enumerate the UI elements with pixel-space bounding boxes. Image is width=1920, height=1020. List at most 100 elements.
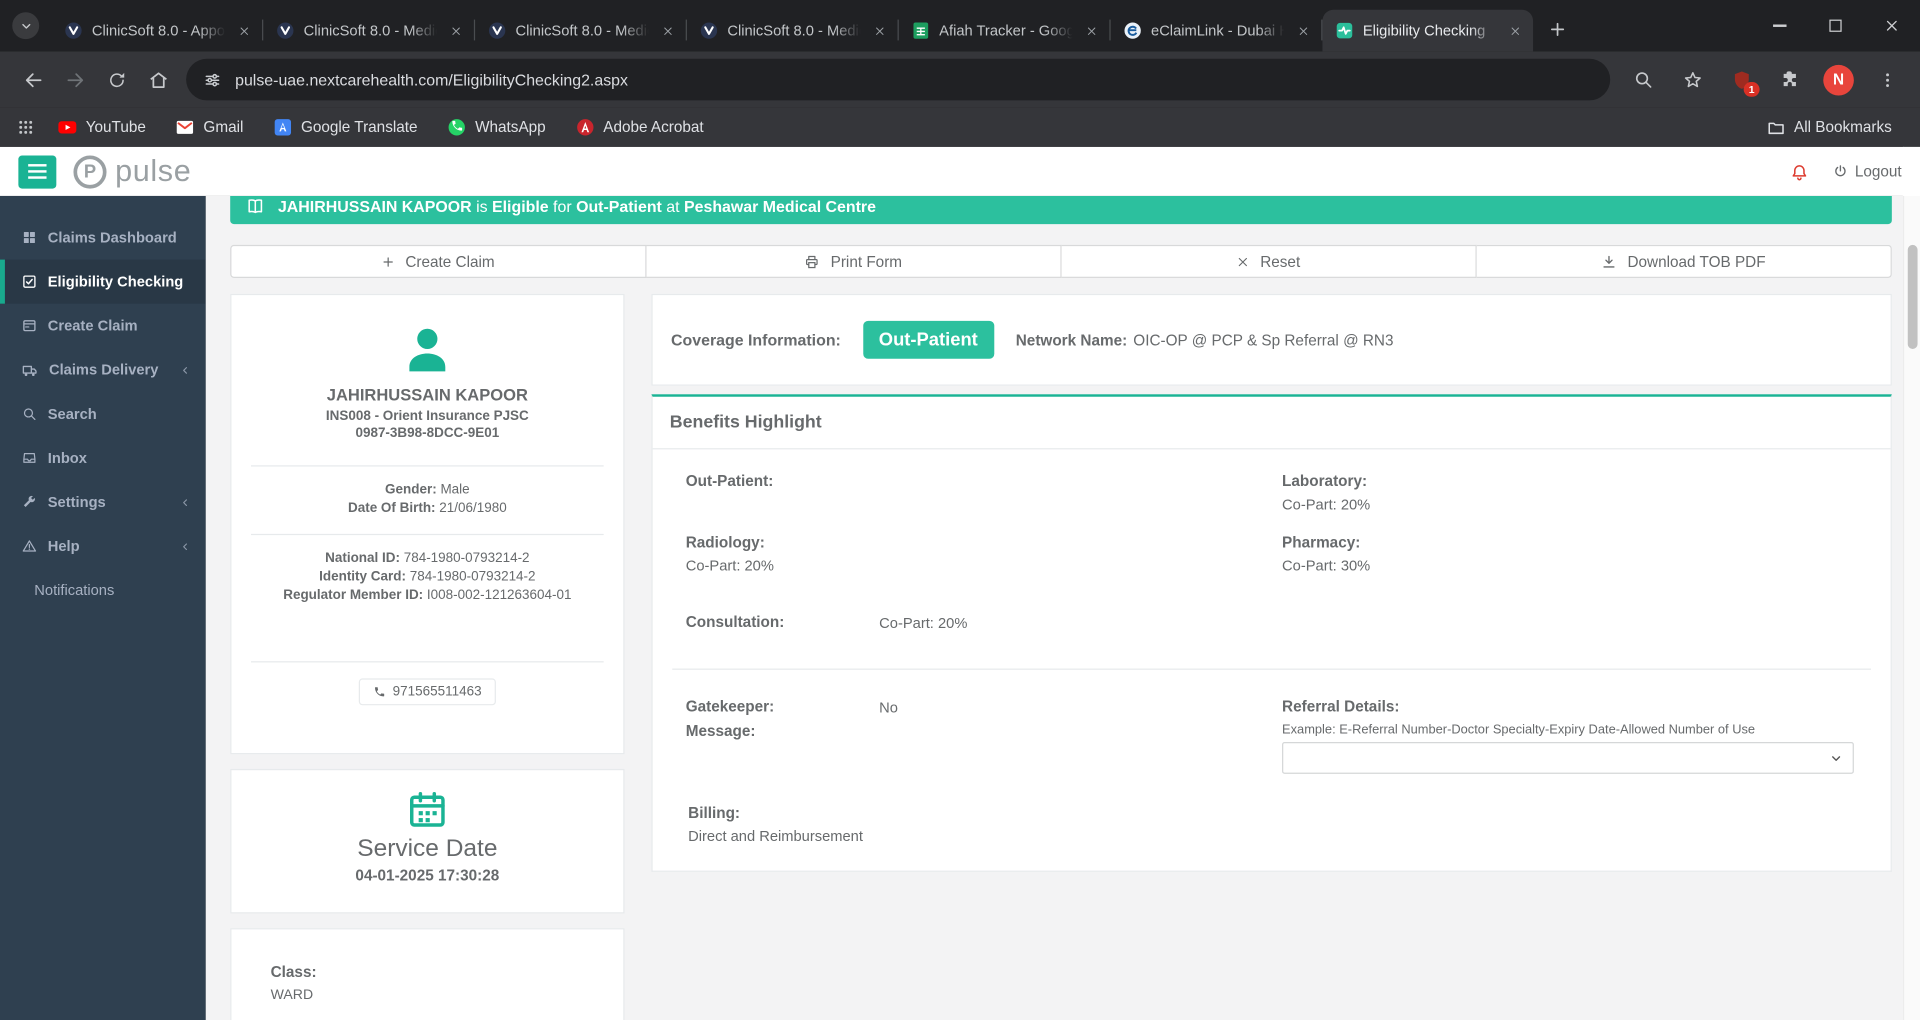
close-button[interactable]: [1864, 0, 1920, 51]
sidebar-item-help[interactable]: Help: [0, 524, 206, 568]
browser-tab[interactable]: eClaimLink - Dubai H: [1111, 10, 1322, 52]
gatekeeper-value: No: [879, 699, 898, 717]
tab-close-icon[interactable]: [1293, 21, 1313, 41]
address-bar[interactable]: pulse-uae.nextcarehealth.com/Eligibility…: [186, 58, 1611, 101]
extensions-puzzle-icon[interactable]: [1769, 59, 1811, 101]
logout-button[interactable]: Logout: [1833, 163, 1902, 180]
sidebar-item-claims-delivery[interactable]: Claims Delivery: [0, 348, 206, 392]
back-button[interactable]: [12, 59, 54, 101]
page-scrollbar[interactable]: [1902, 146, 1920, 1020]
reload-button[interactable]: [96, 59, 138, 101]
sidebar-toggle-button[interactable]: [18, 154, 57, 188]
banner-text: JAHIRHUSSAIN KAPOOR is Eligible for Out-…: [277, 196, 876, 215]
search-zoom-icon[interactable]: [1622, 59, 1664, 101]
service-date-title: Service Date: [357, 835, 498, 863]
billing-value: Direct and Reimbursement: [688, 827, 863, 845]
sidebar-item-inbox[interactable]: Inbox: [0, 436, 206, 480]
sidebar-item-create-claim[interactable]: Create Claim: [0, 304, 206, 348]
reset-button[interactable]: Reset: [1061, 244, 1477, 278]
profile-avatar[interactable]: N: [1823, 64, 1854, 95]
tab-close-icon[interactable]: [1505, 21, 1525, 41]
clinicsoft-icon: [487, 21, 507, 41]
gmail-icon: [175, 118, 195, 138]
referral-details-label: Referral Details:: [1282, 697, 1400, 716]
apps-grid-icon[interactable]: [17, 119, 34, 136]
window-controls: [1751, 0, 1920, 51]
network-name-label: Network Name:: [1015, 331, 1128, 349]
browser-tab[interactable]: ClinicSoft 8.0 - Medic: [687, 10, 898, 52]
referral-example-text: Example: E-Referral Number-Doctor Specia…: [1282, 722, 1756, 738]
consultation-label: Consultation:: [685, 613, 785, 631]
tab-close-icon[interactable]: [234, 21, 254, 41]
action-bar: Create Claim Print Form Reset Download T…: [230, 244, 1892, 278]
browser-tab[interactable]: Afiah Tracker - Goog: [899, 10, 1110, 52]
adblock-extension-icon[interactable]: 1: [1720, 59, 1762, 101]
inbox-icon: [22, 451, 37, 466]
tab-close-icon[interactable]: [658, 21, 678, 41]
referral-select[interactable]: [1282, 742, 1854, 774]
tab-close-icon[interactable]: [446, 21, 466, 41]
tab-close-icon[interactable]: [1081, 21, 1101, 41]
sidebar-item-claims-dashboard[interactable]: Claims Dashboard: [0, 216, 206, 260]
tab-title: Eligibility Checking: [1362, 22, 1486, 40]
calendar-icon: [407, 789, 449, 831]
browser-tab[interactable]: ClinicSoft 8.0 - Medic: [263, 10, 474, 52]
sidebar-item-settings[interactable]: Settings: [0, 480, 206, 524]
service-datetime: 04-01-2025 17:30:28: [355, 866, 500, 885]
message-label: Message:: [685, 722, 756, 740]
eligibility-check-icon: [22, 274, 37, 289]
class-value: WARD: [270, 988, 314, 1003]
download-icon: [1602, 254, 1617, 269]
browser-tab[interactable]: ClinicSoft 8.0 - Medic: [475, 10, 686, 52]
eligibility-success-banner: JAHIRHUSSAIN KAPOOR is Eligible for Out-…: [230, 195, 1892, 225]
claim-card-icon: [22, 318, 37, 333]
sidebar-item-notifications[interactable]: Notifications: [0, 568, 206, 612]
all-bookmarks-button[interactable]: All Bookmarks: [1756, 114, 1903, 140]
print-form-button[interactable]: Print Form: [646, 244, 1062, 278]
create-claim-button[interactable]: Create Claim: [230, 244, 647, 278]
scrollbar-thumb[interactable]: [1907, 244, 1918, 349]
patient-profile-card: JAHIRHUSSAIN KAPOOR INS008 - Orient Insu…: [230, 293, 625, 755]
bookmark-adobe-acrobat[interactable]: Adobe Acrobat: [564, 114, 715, 141]
bookmarks-bar: YouTube Gmail Google Translate WhatsApp …: [0, 107, 1920, 147]
x-icon: [1237, 255, 1249, 267]
home-button[interactable]: [137, 59, 179, 101]
tab-title: Afiah Tracker - Goog: [939, 22, 1073, 40]
patient-dob: Date Of Birth: 21/06/1980: [347, 500, 507, 516]
tab-search-button[interactable]: [12, 12, 40, 40]
patient-national-id: National ID: 784-1980-0793214-2: [325, 551, 530, 566]
forward-button[interactable]: [54, 59, 96, 101]
browser-menu-kebab-icon[interactable]: [1866, 59, 1908, 101]
laboratory-label: Laboratory:: [1282, 472, 1368, 490]
bookmark-star-icon[interactable]: [1671, 59, 1713, 101]
clinicsoft-icon: [64, 21, 84, 41]
laboratory-value: Co-Part: 20%: [1282, 495, 1371, 514]
maximize-button[interactable]: [1807, 0, 1863, 51]
toolbar-right: 1 N: [1622, 59, 1907, 101]
person-icon: [400, 322, 454, 376]
sidebar-item-search[interactable]: Search: [0, 392, 206, 436]
phone-icon: [373, 686, 385, 698]
browser-tab-strip: ClinicSoft 8.0 - Appoi ClinicSoft 8.0 - …: [0, 0, 1920, 52]
new-tab-button[interactable]: [1540, 12, 1574, 46]
chevron-left-icon: [180, 364, 191, 375]
bookmark-whatsapp[interactable]: WhatsApp: [436, 114, 557, 141]
sidebar-item-eligibility-checking[interactable]: Eligibility Checking: [0, 259, 206, 304]
power-icon: [1833, 164, 1848, 179]
browser-tab[interactable]: ClinicSoft 8.0 - Appoi: [51, 10, 262, 52]
class-card: Class: WARD: [230, 928, 625, 1020]
minimize-button[interactable]: [1751, 0, 1807, 51]
patient-identity-card: Identity Card: 784-1980-0793214-2: [319, 569, 536, 585]
sidebar-nav: Claims Dashboard Eligibility Checking Cr…: [0, 195, 206, 1020]
browser-tab-active[interactable]: Eligibility Checking: [1322, 9, 1534, 52]
bookmark-google-translate[interactable]: Google Translate: [262, 114, 429, 141]
download-tob-pdf-button[interactable]: Download TOB PDF: [1476, 244, 1892, 278]
alerts-bell-icon[interactable]: [1790, 162, 1808, 180]
bookmark-youtube[interactable]: YouTube: [47, 114, 157, 141]
patient-phone: 971565511463: [358, 678, 497, 706]
bookmark-gmail[interactable]: Gmail: [164, 114, 254, 141]
site-info-icon[interactable]: [203, 70, 221, 88]
coverage-badge: Out-Patient: [862, 320, 994, 359]
out-patient-label: Out-Patient:: [685, 472, 774, 490]
tab-close-icon[interactable]: [869, 21, 889, 41]
